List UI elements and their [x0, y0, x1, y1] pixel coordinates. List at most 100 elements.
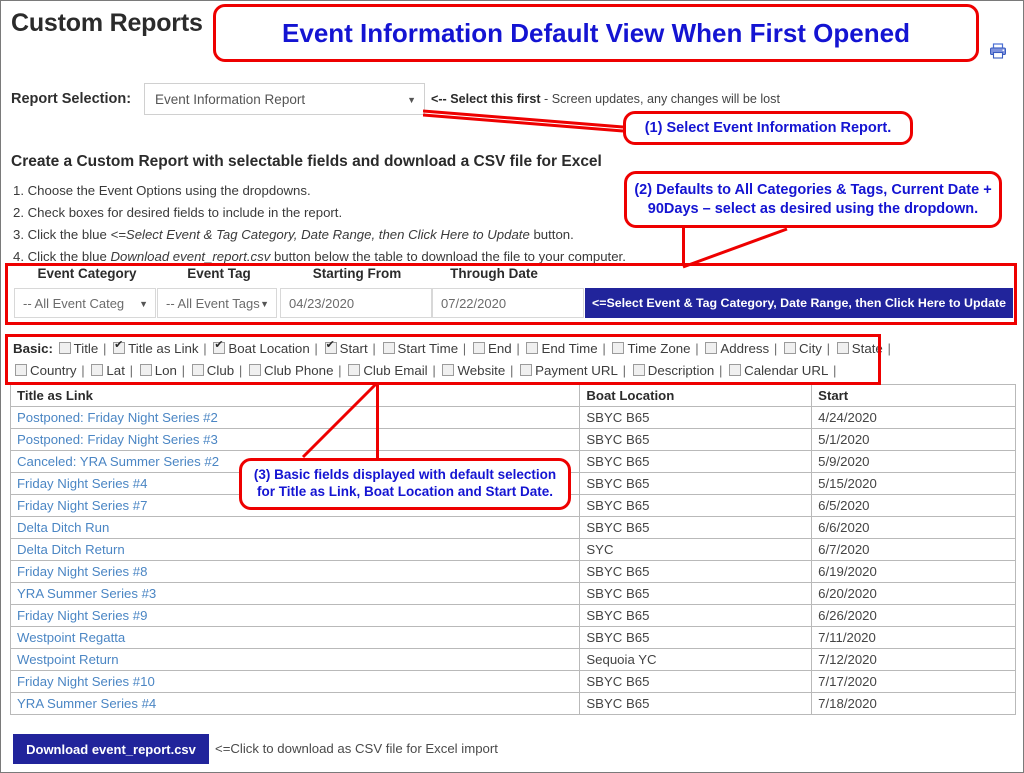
field-option-label: State [851, 341, 883, 356]
field-option-label: Title [73, 341, 99, 356]
checkbox-icon[interactable] [729, 364, 742, 376]
checkbox-icon[interactable] [248, 364, 261, 376]
checkbox-icon[interactable] [382, 342, 395, 354]
checkbox-icon[interactable] [632, 364, 645, 376]
field-option-separator: | [829, 363, 837, 378]
checkbox-icon[interactable] [705, 342, 718, 354]
field-option-time-zone[interactable]: Time Zone [610, 341, 691, 356]
field-option-start-time[interactable]: Start Time [381, 341, 458, 356]
checkbox-icon[interactable] [612, 342, 625, 354]
chevron-down-icon: ▼ [407, 95, 416, 105]
field-option-title[interactable]: Title [57, 341, 99, 356]
starting-from-input[interactable]: 04/23/2020 [280, 288, 432, 318]
checkbox-icon[interactable] [324, 339, 337, 354]
event-boat-location: SBYC B65 [579, 560, 813, 583]
event-start-date: 6/5/2020 [811, 494, 1016, 517]
event-start-date: 5/1/2020 [811, 428, 1016, 451]
instruction-step-4-pre: 4. Click the blue [13, 249, 111, 264]
field-option-description[interactable]: Description [631, 363, 714, 378]
annotation-callout-3: (3) Basic fields displayed with default … [239, 458, 571, 510]
event-boat-location: SBYC B65 [579, 428, 813, 451]
field-option-website[interactable]: Website [440, 363, 505, 378]
field-option-end[interactable]: End [471, 341, 512, 356]
field-option-lon[interactable]: Lon [138, 363, 177, 378]
event-title-link[interactable]: Friday Night Series #8 [9, 560, 581, 583]
table-row: YRA Summer Series #4 SBYC B65 7/18/2020 [9, 692, 1016, 715]
event-category-select[interactable]: -- All Event Categ ▼ [14, 288, 156, 318]
instruction-step-1: 1. Choose the Event Options using the dr… [13, 183, 311, 198]
checkbox-icon[interactable] [58, 342, 71, 354]
event-title-link[interactable]: Delta Ditch Return [9, 538, 581, 561]
field-option-city[interactable]: City [782, 341, 822, 356]
custom-reports-page: Custom Reports Event Information Default… [0, 0, 1024, 773]
event-title-link[interactable]: Friday Night Series #9 [9, 604, 581, 627]
field-option-separator: | [177, 363, 189, 378]
annotation-banner-title: Event Information Default View When Firs… [213, 4, 979, 62]
event-title-link[interactable]: Westpoint Regatta [9, 626, 581, 649]
instruction-step-3-pre: 3. Click the blue [13, 227, 111, 242]
download-csv-button[interactable]: Download event_report.csv [13, 734, 209, 764]
field-option-separator: | [715, 363, 727, 378]
page-title: Custom Reports [11, 9, 203, 37]
field-option-end-time[interactable]: End Time [524, 341, 598, 356]
update-report-button[interactable]: <=Select Event & Tag Category, Date Rang… [585, 288, 1013, 318]
field-option-club[interactable]: Club [190, 363, 234, 378]
report-selection-hint-bold: <-- Select this first [431, 92, 541, 106]
filter-header-event-tag: Event Tag [187, 266, 251, 281]
checkbox-icon[interactable] [526, 342, 539, 354]
field-option-calendar-url[interactable]: Calendar URL [727, 363, 828, 378]
report-selection-dropdown[interactable]: Event Information Report ▼ [144, 83, 425, 115]
table-row: Friday Night Series #9 SBYC B65 6/26/2020 [9, 604, 1016, 627]
checkbox-icon[interactable] [139, 364, 152, 376]
checkbox-icon[interactable] [784, 342, 797, 354]
field-option-title-as-link[interactable]: Title as Link [111, 339, 199, 356]
field-option-lat[interactable]: Lat [89, 363, 125, 378]
chevron-down-icon: ▼ [260, 299, 269, 309]
event-start-date: 7/12/2020 [811, 648, 1016, 671]
filter-bar: Event Category Event Tag Starting From T… [9, 266, 1017, 322]
table-row: Postponed: Friday Night Series #3 SBYC B6… [9, 428, 1016, 451]
event-boat-location: SBYC B65 [579, 450, 813, 473]
field-option-separator: | [770, 341, 782, 356]
field-options-panel: Basic: Title | Title as Link | Boat Loca… [7, 337, 891, 383]
event-start-date: 7/11/2020 [811, 626, 1016, 649]
field-option-separator: | [822, 341, 834, 356]
event-start-date: 4/24/2020 [811, 406, 1016, 429]
checkbox-icon[interactable] [91, 364, 104, 376]
field-option-separator: | [77, 363, 89, 378]
checkbox-icon[interactable] [472, 342, 485, 354]
event-title-link[interactable]: Delta Ditch Run [9, 516, 581, 539]
event-title-link[interactable]: Postponed: Friday Night Series #2 [9, 406, 581, 429]
event-tag-select[interactable]: -- All Event Tags ▼ [157, 288, 277, 318]
checkbox-icon[interactable] [15, 364, 27, 376]
field-option-separator: | [310, 341, 322, 356]
checkbox-icon[interactable] [348, 364, 361, 376]
checkbox-icon[interactable] [520, 364, 533, 376]
field-options-group-label: Basic: [13, 341, 53, 356]
field-option-club-email[interactable]: Club Email [346, 363, 428, 378]
event-title-link[interactable]: YRA Summer Series #3 [9, 582, 581, 605]
event-title-link[interactable]: Friday Night Series #10 [9, 670, 581, 693]
field-option-label: Calendar URL [744, 363, 829, 378]
field-option-start[interactable]: Start [323, 339, 368, 356]
checkbox-icon[interactable] [191, 364, 204, 376]
field-option-label: Country [30, 363, 77, 378]
field-option-boat-location[interactable]: Boat Location [211, 339, 310, 356]
field-option-country[interactable]: Country [13, 363, 77, 378]
field-option-club-phone[interactable]: Club Phone [247, 363, 333, 378]
event-title-link[interactable]: Westpoint Return [9, 648, 581, 671]
event-title-link[interactable]: YRA Summer Series #4 [9, 692, 581, 715]
field-option-label: End Time [541, 341, 598, 356]
field-option-payment-url[interactable]: Payment URL [518, 363, 618, 378]
event-title-link[interactable]: Postponed: Friday Night Series #3 [9, 428, 581, 451]
field-option-address[interactable]: Address [703, 341, 769, 356]
checkbox-icon[interactable] [213, 339, 226, 354]
checkbox-icon[interactable] [113, 339, 126, 354]
through-date-input[interactable]: 07/22/2020 [432, 288, 584, 318]
checkbox-icon[interactable] [442, 364, 455, 376]
field-options-row-1: Basic: Title | Title as Link | Boat Loca… [13, 339, 892, 356]
annotation-callout-2: (2) Defaults to All Categories & Tags, C… [624, 171, 1002, 228]
printer-icon[interactable] [989, 43, 1007, 64]
field-option-state[interactable]: State [835, 341, 883, 356]
checkbox-icon[interactable] [836, 342, 849, 354]
